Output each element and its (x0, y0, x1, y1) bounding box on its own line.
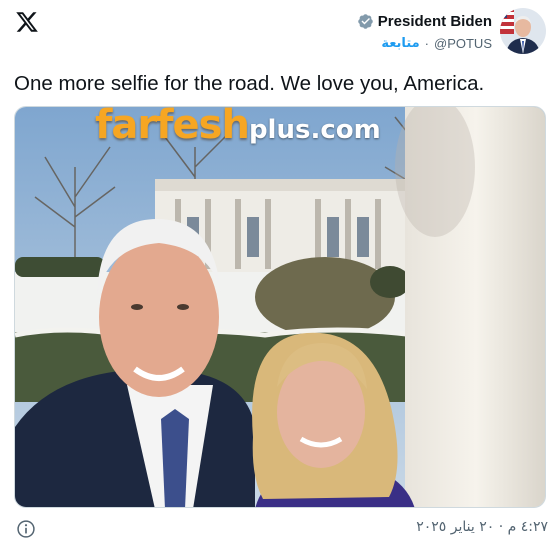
watermark-brand: farfesh (95, 106, 250, 148)
info-icon[interactable] (16, 519, 36, 539)
tweet-photo[interactable]: farfeshplus.com (14, 106, 546, 508)
author-handle-row: متابعة · @POTUS (381, 36, 492, 51)
tweet-timestamp[interactable]: ٤:٢٧ م · ٢٠ يناير ٢٠٢٥ (416, 519, 548, 535)
author-handle[interactable]: @POTUS (434, 36, 492, 51)
tweet-text: One more selfie for the road. We love yo… (14, 72, 485, 95)
author-display-name[interactable]: President Biden (378, 13, 492, 30)
author-avatar[interactable] (500, 8, 546, 54)
watermark-suffix: plus.com (248, 115, 381, 145)
x-logo-icon[interactable] (15, 10, 39, 34)
separator-dot: · (424, 36, 430, 51)
follow-button[interactable]: متابعة (381, 36, 419, 51)
author-text: President Biden متابعة · @POTUS (357, 13, 492, 51)
tweet-author: President Biden متابعة · @POTUS (357, 8, 546, 58)
author-name-row: President Biden (357, 13, 492, 30)
selfie-photo (15, 107, 545, 507)
verified-badge-icon (358, 14, 373, 29)
watermark: farfeshplus.com (95, 106, 381, 148)
